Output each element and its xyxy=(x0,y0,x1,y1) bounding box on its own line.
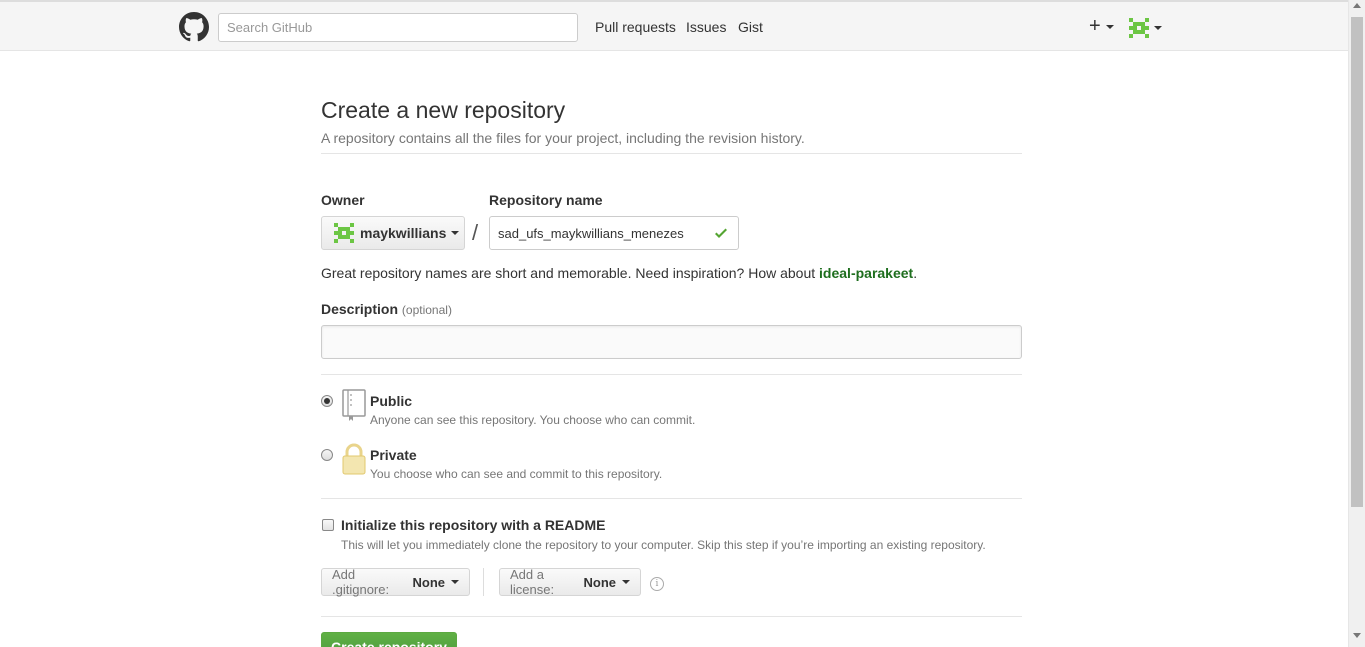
gitignore-label: Add .gitignore: xyxy=(332,567,390,597)
license-value: None xyxy=(583,574,617,590)
search-input[interactable] xyxy=(218,13,578,42)
private-note: You choose who can see and commit to thi… xyxy=(370,467,663,481)
public-radio[interactable] xyxy=(321,395,333,407)
scroll-up-arrow-icon[interactable] xyxy=(1353,3,1361,8)
hint-end: . xyxy=(913,265,918,281)
repo-icon xyxy=(342,389,366,421)
create-repository-button[interactable]: Create repository xyxy=(321,632,457,647)
private-radio[interactable] xyxy=(321,449,333,461)
chevron-down-icon xyxy=(1106,24,1115,29)
license-label: Add a license: xyxy=(510,567,555,597)
lock-icon xyxy=(342,443,366,475)
description-label: Description (optional) xyxy=(321,301,452,317)
nav-issues[interactable]: Issues xyxy=(686,19,726,35)
divider xyxy=(321,374,1022,375)
license-select[interactable]: Add a license: None xyxy=(499,567,641,597)
owner-value: maykwillians xyxy=(360,225,447,241)
divider xyxy=(483,568,484,596)
readme-note: This will let you immediately clone the … xyxy=(341,538,986,552)
owner-select[interactable]: maykwillians xyxy=(321,216,465,250)
scroll-down-arrow-icon[interactable] xyxy=(1353,633,1361,638)
chevron-down-icon xyxy=(622,580,630,584)
readme-title[interactable]: Initialize this repository with a README xyxy=(341,517,605,533)
gitignore-select[interactable]: Add .gitignore: None xyxy=(321,567,470,597)
github-logo-icon[interactable] xyxy=(179,12,209,42)
divider xyxy=(321,498,1022,499)
chevron-down-icon xyxy=(451,231,460,235)
name-suggestion-link[interactable]: ideal-parakeet xyxy=(819,265,913,281)
optional-hint: (optional) xyxy=(401,303,452,317)
divider xyxy=(321,153,1022,154)
private-title: Private xyxy=(370,447,417,463)
public-title: Public xyxy=(370,393,413,409)
page-subtitle: A repository contains all the files for … xyxy=(321,130,805,146)
readme-checkbox[interactable] xyxy=(322,519,334,531)
gitignore-value: None xyxy=(412,574,446,590)
divider xyxy=(321,616,1022,617)
top-header: Pull requests Issues Gist + xyxy=(0,0,1348,51)
check-icon xyxy=(715,228,727,238)
user-menu[interactable] xyxy=(1129,18,1165,38)
owner-repo-separator: / xyxy=(472,220,479,245)
hint-text: Great repository names are short and mem… xyxy=(321,265,820,281)
nav-gist[interactable]: Gist xyxy=(738,19,763,35)
chevron-down-icon xyxy=(1154,26,1162,30)
public-note: Anyone can see this repository. You choo… xyxy=(370,413,696,427)
repo-name-label: Repository name xyxy=(489,192,603,208)
nav-pull-requests[interactable]: Pull requests xyxy=(595,19,676,35)
description-label-text: Description xyxy=(321,301,399,317)
identicon-icon xyxy=(334,223,354,243)
chevron-down-icon xyxy=(451,580,459,584)
page-title: Create a new repository xyxy=(321,97,566,123)
plus-icon: + xyxy=(1089,15,1101,37)
repo-name-input[interactable] xyxy=(489,216,739,250)
scroll-thumb[interactable] xyxy=(1351,17,1363,507)
identicon-icon xyxy=(1129,18,1149,38)
page-scrollbar[interactable] xyxy=(1348,0,1365,647)
description-input[interactable] xyxy=(321,325,1022,359)
info-icon[interactable]: i xyxy=(650,577,664,591)
repo-name-hint: Great repository names are short and mem… xyxy=(321,265,917,281)
owner-label: Owner xyxy=(321,192,365,208)
create-new-dropdown[interactable]: + xyxy=(1089,14,1115,38)
